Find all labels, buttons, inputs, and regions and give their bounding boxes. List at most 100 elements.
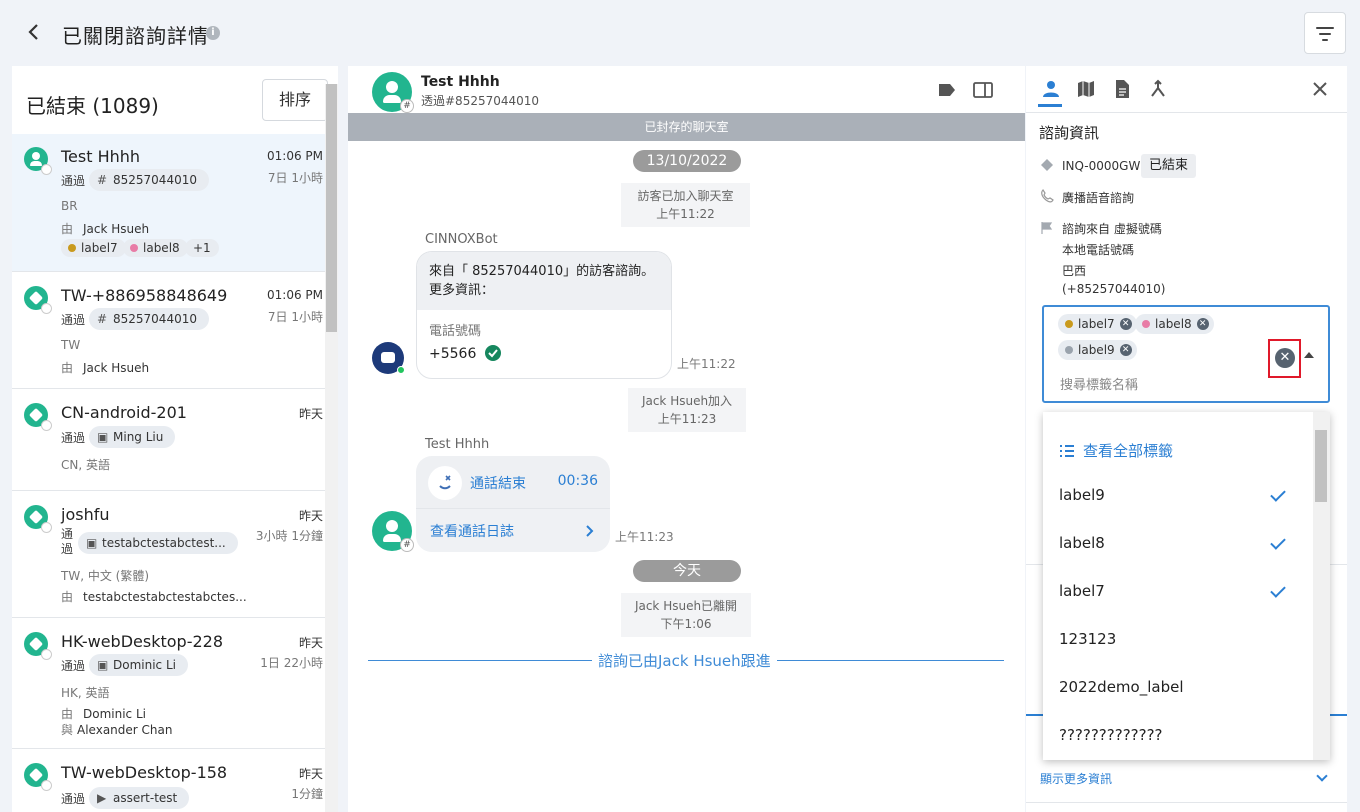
list-item[interactable]: TW-+886958848649 01:06 PM 7日 1小時 通過 #852…: [12, 273, 325, 389]
tag-option[interactable]: ?????????????: [1059, 726, 1163, 744]
via-label: 通過: [61, 174, 86, 188]
item-time: 昨天: [298, 636, 323, 650]
tag-icon: [1041, 159, 1053, 171]
call-type: 廣播語音諮詢: [1062, 191, 1135, 205]
verified-check-icon: [484, 345, 501, 361]
clear-icon: ✕: [1275, 348, 1295, 368]
item-time: 01:06 PM: [267, 149, 323, 163]
channel-chip: ▣ Ming Liu: [89, 426, 176, 448]
item-name: CN-android-201: [61, 403, 187, 422]
document-icon[interactable]: [1111, 78, 1133, 100]
item-agent: 由 Jack Hsueh: [61, 361, 150, 375]
item-duration: 7日 1小時: [267, 171, 323, 185]
date-separator: 今天: [633, 560, 741, 582]
item-time: 昨天: [298, 767, 323, 781]
message-time: 上午11:23: [615, 530, 674, 544]
chat-panel: # Test Hhhh 透過#85257044010 已封存的聊天室 13/10…: [348, 66, 1025, 812]
chat-visitor-name: Test Hhhh: [421, 74, 500, 90]
avatar: [24, 403, 52, 431]
map-icon[interactable]: [1075, 78, 1097, 100]
list-item[interactable]: HK-webDesktop-228 昨天 1日 22小時 通過 ▣ Dominic…: [12, 619, 325, 749]
tag-option[interactable]: 2022demo_label: [1059, 678, 1184, 696]
tag-search-input[interactable]: 搜尋標籤名稱: [1060, 374, 1138, 393]
list-item[interactable]: TW-webDesktop-158 昨天 1分鐘 通過 ▶ assert-test: [12, 750, 325, 812]
bot-message-text: 來自「 85257044010」的訪客諮詢。 更多資訊：: [417, 252, 671, 310]
merge-icon[interactable]: [1147, 78, 1169, 100]
check-icon: [1270, 486, 1286, 502]
via-label: 通過: [61, 659, 86, 673]
close-button[interactable]: [1312, 78, 1328, 103]
list-scrollbar[interactable]: [325, 84, 338, 812]
side-panel-icon[interactable]: [973, 82, 993, 98]
person-icon[interactable]: [1040, 78, 1062, 100]
item-time: 昨天: [298, 407, 323, 421]
filter-button[interactable]: [1304, 12, 1346, 54]
hash-icon: #: [400, 99, 414, 113]
bot-avatar: [372, 342, 405, 374]
collapse-caret-icon[interactable]: [1304, 352, 1314, 358]
list-item[interactable]: joshfu 昨天 3小時 1分鐘 通過 ▣ testabctestabctest…: [12, 492, 325, 618]
via-label: 通過: [61, 792, 86, 806]
remove-tag-icon[interactable]: ✕: [1196, 318, 1209, 330]
chat-channel: 透過#85257044010: [421, 94, 540, 108]
item-meta: HK, 英語: [61, 686, 110, 700]
hash-icon: #: [97, 312, 108, 326]
tag-option[interactable]: label8: [1059, 534, 1105, 552]
channel-chip: ▶ assert-test: [89, 787, 190, 809]
item-time: 01:06 PM: [267, 288, 323, 302]
back-button[interactable]: [24, 22, 44, 44]
list-item[interactable]: Test Hhhh 01:06 PM 7日 1小時 通過 #8525704401…: [12, 134, 325, 272]
call-ended-icon: [428, 466, 462, 500]
via-label: 通過: [61, 431, 86, 445]
item-meta: TW: [61, 338, 81, 352]
info-icon[interactable]: i: [206, 26, 220, 40]
remove-tag-icon[interactable]: ✕: [1119, 318, 1132, 330]
list-icon: [1060, 445, 1074, 457]
item-meta: TW, 中文 (繁體): [61, 569, 150, 583]
tag-dropdown: 查看全部標籤 label9 label8 label7 123123 2022d…: [1043, 412, 1330, 760]
divider: [1026, 802, 1347, 803]
call-log-link[interactable]: 查看通話日誌: [416, 508, 610, 552]
tag-option[interactable]: label7: [1059, 582, 1105, 600]
selected-tag-chip: label7 ✕: [1058, 314, 1137, 334]
source-line: 巴西: [1062, 264, 1087, 278]
clear-tags-button[interactable]: ✕: [1268, 339, 1301, 378]
remove-tag-icon[interactable]: ✕: [1119, 344, 1132, 356]
item-meta: BR: [61, 199, 78, 213]
avatar: [24, 505, 52, 533]
label-chip: label8: [123, 239, 188, 257]
item-duration: 7日 1小時: [267, 310, 323, 324]
selected-tag-chip: label9 ✕: [1058, 340, 1137, 360]
list-item[interactable]: CN-android-201 昨天 通過 ▣ Ming Liu CN, 英語: [12, 390, 325, 491]
more-labels-chip: +1: [185, 239, 219, 257]
list-title: 已結束 (1089): [26, 94, 159, 118]
view-all-tags-link[interactable]: 查看全部標籤: [1059, 440, 1173, 461]
status-badge: 已結束: [1141, 154, 1197, 178]
sort-button[interactable]: 排序: [262, 79, 328, 121]
hash-icon: #: [400, 538, 414, 552]
channel-chip: ▣ Dominic Li: [89, 654, 188, 676]
channel-chip: ▣ testabctestabctest...: [78, 532, 238, 554]
label-icon[interactable]: [938, 83, 956, 97]
section-title: 諮詢資訊: [1039, 124, 1100, 142]
source-line: 本地電話號碼: [1062, 243, 1135, 257]
selected-tag-chip: label8 ✕: [1135, 314, 1214, 334]
phone-label: 電話號碼: [429, 324, 482, 339]
phone-value: +5566: [417, 339, 671, 368]
archived-banner: 已封存的聊天室: [348, 113, 1025, 141]
via-label: 通過: [61, 527, 74, 556]
tag-option[interactable]: 123123: [1059, 630, 1116, 648]
tag-icon: ▶: [97, 791, 107, 805]
active-tab-indicator: [1038, 104, 1062, 107]
item-name: Test Hhhh: [61, 147, 141, 166]
tag-option[interactable]: label9: [1059, 486, 1105, 504]
item-agent: 由 Jack Hsueh: [61, 222, 150, 236]
show-more-link[interactable]: 顯示更多資訊: [1040, 770, 1112, 787]
dropdown-scrollbar[interactable]: [1313, 412, 1330, 760]
call-bubble: 通話結束 00:36 查看通話日誌: [416, 456, 610, 552]
avatar: [24, 147, 52, 175]
call-duration: 00:36: [557, 473, 598, 489]
item-duration: 1日 22小時: [260, 656, 323, 670]
page-title: 已關閉諮詢詳情: [62, 24, 209, 48]
date-separator: 13/10/2022: [633, 150, 741, 172]
